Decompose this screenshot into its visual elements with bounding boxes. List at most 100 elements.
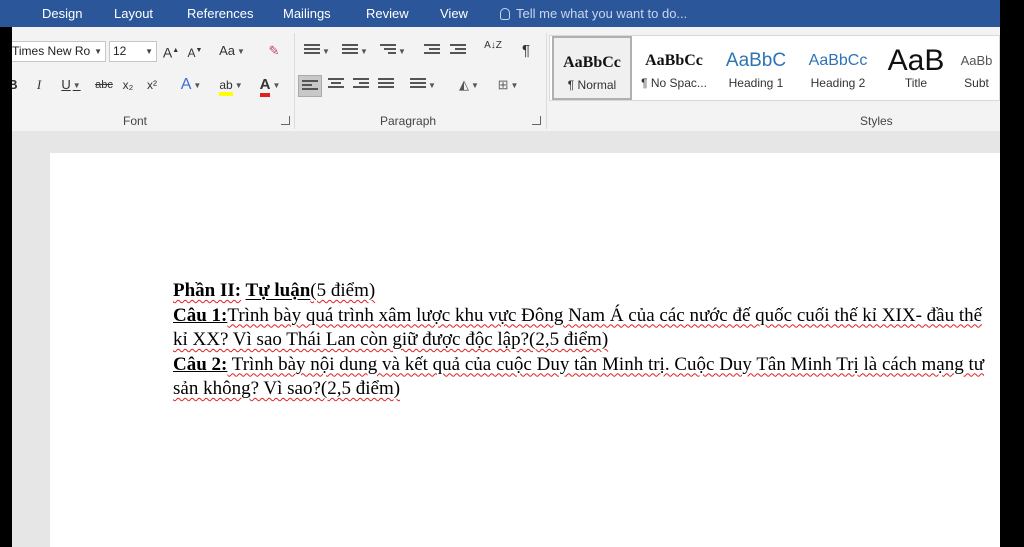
style-title-sample: AaB [887, 46, 945, 76]
superscript-button[interactable]: x² [142, 74, 162, 96]
style-no-spacing-name: ¶ No Spac... [641, 76, 707, 90]
text-effects-icon: A [180, 76, 192, 93]
multilevel-list-icon [380, 44, 397, 56]
question-2-text: Trình bày nội dung và kết quả của cuộc D… [173, 353, 985, 400]
style-subtitle[interactable]: AaBb Subt [954, 36, 999, 100]
paragraph-group-label: Paragraph [380, 114, 437, 128]
style-no-spacing[interactable]: AaBbCc ¶ No Spac... [634, 36, 714, 100]
font-color-icon: A [259, 76, 271, 97]
change-case-button[interactable]: Aa ▼ [214, 40, 250, 62]
tell-me-text: Tell me what you want to do... [516, 6, 688, 21]
essay-label: Tự luận [245, 280, 311, 301]
style-heading-1-name: Heading 1 [728, 76, 784, 90]
decrease-indent-button[interactable] [420, 40, 444, 62]
font-name-value: Times New Ro [12, 44, 91, 58]
tab-references[interactable]: References [187, 0, 253, 27]
font-color-button[interactable]: A ▼ [252, 74, 288, 97]
underline-icon: U [61, 77, 71, 92]
question-1: Câu 1:Trình bày quá trình xâm lược khu v… [173, 304, 993, 353]
strikethrough-button[interactable]: abc [92, 74, 116, 96]
style-no-spacing-sample: AaBbCc [645, 52, 703, 69]
word-window: Design Layout References Mailings Review… [0, 0, 1000, 547]
question-2-label: Câu 2: [173, 353, 228, 375]
style-heading-1-sample: AaBbC [725, 50, 787, 71]
shrink-font-icon: A [187, 46, 196, 60]
style-normal-name: ¶ Normal [567, 78, 617, 92]
clear-formatting-button[interactable]: ✎ [262, 40, 286, 62]
ribbon-tab-bar: Design Layout References Mailings Review… [0, 0, 1000, 27]
increase-indent-button[interactable] [446, 40, 470, 62]
font-size-box[interactable]: 12 ▼ [109, 41, 157, 62]
shrink-font-button[interactable]: A▼ [186, 40, 204, 62]
pilcrow-icon: ¶ [521, 42, 531, 59]
style-heading-2[interactable]: AaBbCc Heading 2 [798, 36, 878, 100]
strikethrough-icon: abc [95, 79, 113, 91]
tab-layout[interactable]: Layout [114, 0, 153, 27]
underline-button[interactable]: U ▼ [52, 74, 90, 96]
align-right-button[interactable] [349, 74, 373, 96]
bullets-button[interactable]: ▼ [300, 40, 334, 62]
chevron-down-icon: ▼ [145, 47, 153, 56]
align-left-button[interactable] [298, 75, 322, 97]
numbering-icon [342, 44, 359, 56]
multilevel-list-button[interactable]: ▼ [376, 40, 410, 62]
tab-design[interactable]: Design [42, 0, 82, 27]
grow-font-icon: A [162, 44, 173, 61]
style-normal[interactable]: AaBbCc ¶ Normal [552, 36, 632, 100]
styles-gallery: AaBbCc ¶ Normal AaBbCc ¶ No Spac... AaBb… [549, 35, 1000, 101]
group-divider [294, 33, 295, 129]
paragraph-dialog-launcher-icon[interactable] [532, 116, 541, 125]
grow-font-button[interactable]: A▲ [162, 40, 180, 62]
tell-me-box[interactable]: Tell me what you want to do... [500, 0, 687, 27]
font-name-box[interactable]: Times New Ro ▼ [8, 41, 106, 62]
group-divider [546, 33, 547, 129]
style-subtitle-sample: AaBb [960, 53, 993, 68]
style-title[interactable]: AaB Title [880, 36, 952, 100]
text-effects-button[interactable]: A ▼ [174, 74, 208, 96]
justify-button[interactable] [374, 74, 398, 96]
sort-button[interactable]: A↓Z [480, 40, 506, 62]
eraser-icon: ✎ [268, 43, 280, 58]
highlight-button[interactable]: ab ▼ [212, 74, 250, 96]
question-1-label: Câu 1: [173, 304, 228, 326]
font-dialog-launcher-icon[interactable] [281, 116, 290, 125]
document-body[interactable]: Phần II: Tự luận(5 điểm) Câu 1:Trình bày… [173, 279, 993, 402]
font-size-value: 12 [113, 44, 127, 58]
tab-review[interactable]: Review [366, 0, 409, 27]
section-heading: Phần II: Tự luận(5 điểm) [173, 279, 993, 304]
align-right-icon [353, 78, 369, 90]
subscript-button[interactable]: x₂ [118, 74, 138, 96]
decrease-indent-icon [424, 44, 440, 56]
paint-bucket-icon: ◭ [459, 77, 470, 92]
lightbulb-icon [500, 8, 510, 20]
font-group-label: Font [123, 114, 148, 128]
borders-button[interactable]: ⊞ ▼ [490, 74, 526, 96]
justify-icon [378, 78, 394, 90]
style-heading-2-sample: AaBbCc [808, 52, 868, 69]
subscript-icon: x₂ [122, 78, 134, 92]
borders-icon: ⊞ [497, 77, 509, 92]
italic-button[interactable]: I [28, 74, 50, 96]
align-left-icon [302, 80, 318, 92]
bullets-icon [304, 44, 321, 56]
question-1-text: Trình bày quá trình xâm lược khu vực Đôn… [173, 304, 983, 351]
italic-icon: I [36, 77, 42, 92]
tab-mailings[interactable]: Mailings [283, 0, 331, 27]
shading-button[interactable]: ◭ ▼ [452, 74, 486, 96]
line-spacing-icon [410, 78, 427, 90]
line-spacing-button[interactable]: ▼ [406, 74, 440, 96]
align-center-icon [328, 78, 344, 90]
change-case-icon: Aa [219, 43, 235, 58]
heading-points: (5 điểm) [310, 280, 376, 301]
superscript-icon: x² [147, 78, 157, 92]
left-window-edge [0, 27, 12, 547]
ribbon-home: Times New Ro ▼ 12 ▼ A▲ A▼ Aa ▼ ✎ B I U ▼ abc… [0, 27, 1000, 132]
numbering-button[interactable]: ▼ [338, 40, 372, 62]
increase-indent-icon [450, 44, 466, 56]
align-center-button[interactable] [324, 74, 348, 96]
screen-border [1000, 0, 1024, 547]
style-heading-1[interactable]: AaBbC Heading 1 [716, 36, 796, 100]
show-formatting-button[interactable]: ¶ [514, 40, 538, 62]
tab-view[interactable]: View [440, 0, 468, 27]
highlighter-icon: ab [219, 78, 233, 96]
